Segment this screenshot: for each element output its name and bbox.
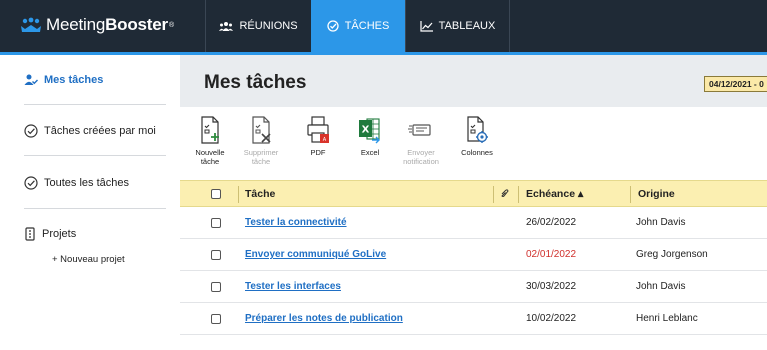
- due-date: 26/02/2022: [526, 217, 577, 228]
- check-circle-icon: [327, 20, 339, 32]
- excel-label: Excel: [360, 148, 380, 157]
- sidebar-item-mes-taches[interactable]: Mes tâches: [24, 74, 103, 86]
- pdf-export-button[interactable]: A PDF: [288, 115, 348, 157]
- sidebar-item-toutes-taches[interactable]: Toutes les tâches: [24, 176, 129, 190]
- delete-task-icon: [252, 116, 271, 144]
- tasks-table: Tâche Echéance ▴ Origine Tester la conne…: [180, 180, 767, 350]
- line-chart-icon: [420, 20, 433, 32]
- new-project-link[interactable]: + Nouveau projet: [52, 254, 125, 265]
- pdf-icon: A: [307, 116, 329, 143]
- due-date-overdue: 02/01/2022: [526, 249, 577, 260]
- column-divider: [493, 186, 494, 203]
- select-all-checkbox[interactable]: [211, 189, 221, 199]
- send-notification-label-2: notification: [403, 157, 439, 166]
- tab-taches[interactable]: TÂCHES: [311, 0, 405, 52]
- tab-tableaux-label: TABLEAUX: [438, 20, 496, 32]
- task-link[interactable]: Tester les interfaces: [245, 271, 341, 303]
- user-check-icon: [24, 74, 38, 85]
- svg-text:A: A: [323, 137, 327, 143]
- row-checkbox[interactable]: [211, 218, 221, 228]
- column-header-task[interactable]: Tâche: [245, 181, 275, 208]
- date-range-picker[interactable]: 04/12/2021 - 0: [704, 76, 767, 92]
- project-icon: [25, 227, 35, 241]
- sidebar-divider: [24, 155, 166, 156]
- send-notification-label-1: Envoyer: [407, 148, 435, 157]
- row-checkbox[interactable]: [211, 282, 221, 292]
- logo-text-bold: Booster: [105, 15, 168, 34]
- origin: John Davis: [636, 217, 686, 228]
- table-row[interactable]: Tester les interfaces 30/03/2022 John Da…: [180, 271, 767, 303]
- columns-button[interactable]: Colonnes: [447, 115, 507, 157]
- delete-task-button[interactable]: Supprimer tâche: [231, 115, 291, 166]
- pdf-label: PDF: [310, 148, 326, 157]
- columns-settings-icon: [467, 116, 488, 143]
- tab-taches-label: TÂCHES: [344, 20, 390, 32]
- attachment-icon[interactable]: [500, 189, 509, 200]
- task-link[interactable]: Envoyer communiqué GoLive: [245, 239, 386, 271]
- app-logo[interactable]: Meeting Booster ®: [20, 14, 174, 36]
- table-row[interactable]: Tester la connectivité 26/02/2022 John D…: [180, 207, 767, 239]
- row-checkbox[interactable]: [211, 250, 221, 260]
- new-task-label-2: tâche: [200, 157, 220, 166]
- task-link[interactable]: Préparer les notes de publication: [245, 303, 403, 335]
- excel-icon: X: [359, 118, 380, 144]
- users-icon: [219, 22, 234, 31]
- task-link[interactable]: Tester la connectivité: [245, 207, 347, 239]
- tab-tableaux[interactable]: TABLEAUX: [405, 0, 510, 52]
- page-title: Mes tâches: [204, 72, 307, 93]
- sidebar-divider: [24, 104, 166, 105]
- tab-reunions[interactable]: RÉUNIONS: [205, 0, 311, 52]
- origin: Greg Jorgenson: [636, 249, 708, 260]
- column-header-due[interactable]: Echéance ▴: [526, 181, 583, 208]
- columns-label: Colonnes: [461, 148, 493, 157]
- origin: John Davis: [636, 281, 686, 292]
- delete-task-label-2: tâche: [251, 157, 271, 166]
- sidebar-item-label: Mes tâches: [44, 74, 104, 86]
- sidebar-divider: [24, 208, 166, 209]
- sidebar-item-projets[interactable]: Projets: [24, 227, 76, 241]
- notification-icon: [408, 124, 431, 136]
- tab-reunions-label: RÉUNIONS: [239, 20, 298, 32]
- row-checkbox[interactable]: [211, 314, 221, 324]
- send-notification-button[interactable]: Envoyer notification: [391, 115, 451, 166]
- due-date: 10/02/2022: [526, 313, 577, 324]
- column-divider: [518, 186, 519, 203]
- check-circle-icon: [24, 124, 38, 138]
- due-date: 30/03/2022: [526, 281, 577, 292]
- svg-text:X: X: [362, 125, 370, 136]
- check-circle-icon: [24, 176, 38, 190]
- sidebar-item-label: Projets: [42, 228, 77, 240]
- column-divider: [630, 186, 631, 203]
- sidebar-item-taches-creees[interactable]: Tâches créées par moi: [24, 124, 156, 138]
- table-row[interactable]: Envoyer communiqué GoLive 02/01/2022 Gre…: [180, 239, 767, 271]
- table-header: Tâche Echéance ▴ Origine: [180, 180, 767, 207]
- column-divider: [238, 186, 239, 203]
- new-task-icon: [201, 116, 219, 144]
- new-task-label-1: Nouvelle: [195, 148, 225, 157]
- sidebar-item-label: Toutes les tâches: [44, 177, 129, 189]
- delete-task-label-1: Supprimer: [243, 148, 279, 157]
- sidebar-item-label: Tâches créées par moi: [44, 125, 156, 137]
- crowd-logo-icon: [21, 17, 41, 32]
- task-toolbar: Nouvelle tâche Supprimer tâche A PDF X E…: [180, 107, 767, 180]
- column-header-origin[interactable]: Origine: [638, 181, 675, 208]
- logo-mark: ®: [168, 21, 174, 29]
- sidebar: Mes tâches Tâches créées par moi Toutes …: [0, 55, 180, 350]
- top-nav: Meeting Booster ® RÉUNIONS TÂCHES TABLEAUX: [0, 0, 767, 52]
- table-row[interactable]: Préparer les notes de publication 10/02/…: [180, 303, 767, 335]
- origin: Henri Leblanc: [636, 313, 698, 324]
- logo-text-light: Meeting: [46, 15, 106, 34]
